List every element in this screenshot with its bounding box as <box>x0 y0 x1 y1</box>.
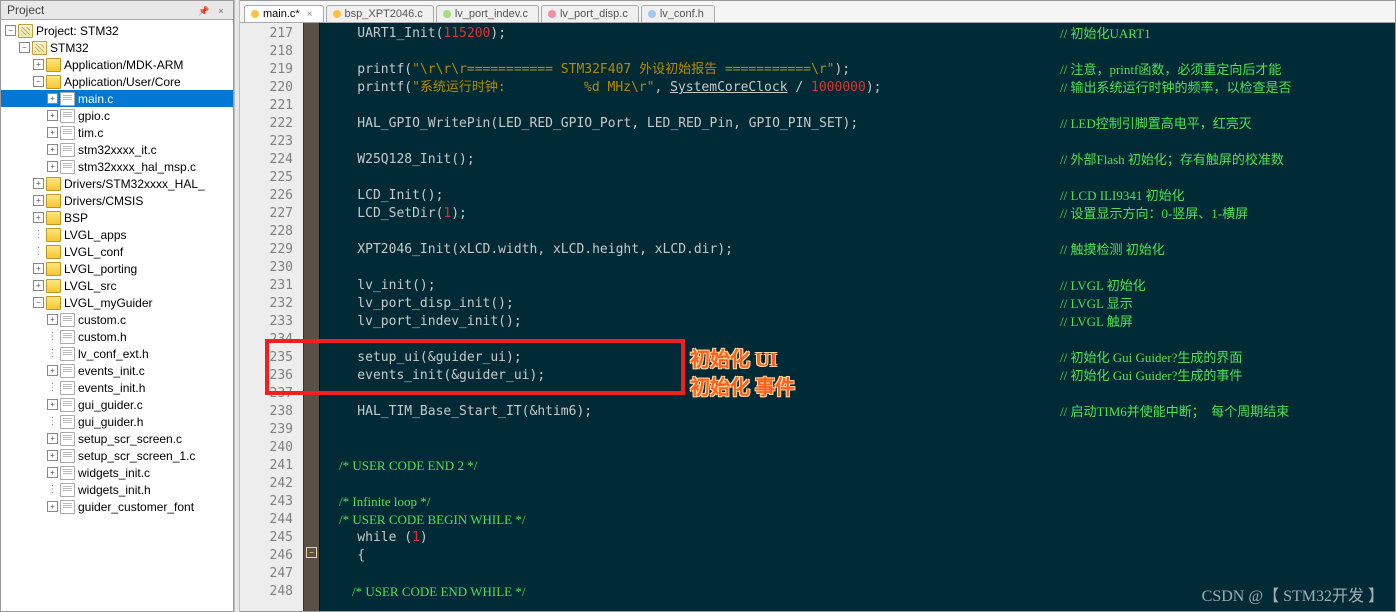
tab-bspxpt[interactable]: bsp_XPT2046.c <box>326 5 434 22</box>
tab-dot-icon <box>548 10 556 18</box>
line-gutter: 2172182192202212222232242252262272282292… <box>240 23 304 611</box>
tree-group-bsp[interactable]: +BSP <box>1 209 233 226</box>
tree-file-guih[interactable]: ⋮gui_guider.h <box>1 413 233 430</box>
tab-dot-icon <box>333 10 341 18</box>
code-content[interactable]: UART1_Init(115200);// 初始化UART1 printf("\… <box>320 23 1395 611</box>
project-tree[interactable]: −Project: STM32 −STM32 +Application/MDK-… <box>1 20 233 611</box>
panel-title: Project <box>7 3 44 17</box>
tree-file-widc[interactable]: +widgets_init.c <box>1 464 233 481</box>
tab-dot-icon <box>251 10 259 18</box>
tab-main[interactable]: main.c*× <box>244 5 324 22</box>
file-icon <box>60 364 75 378</box>
file-icon <box>60 500 75 514</box>
tree-file-lvconfext[interactable]: ⋮lv_conf_ext.h <box>1 345 233 362</box>
folder-icon <box>46 262 61 276</box>
file-icon <box>60 313 75 327</box>
tree-file-stmit[interactable]: +stm32xxxx_it.c <box>1 141 233 158</box>
file-icon <box>60 330 75 344</box>
tree-group-myguider[interactable]: −LVGL_myGuider <box>1 294 233 311</box>
tree-file-scr[interactable]: +setup_scr_screen.c <box>1 430 233 447</box>
panel-header: Project 📌 × <box>1 1 233 20</box>
tree-file-customc[interactable]: +custom.c <box>1 311 233 328</box>
tree-target[interactable]: −STM32 <box>1 39 233 56</box>
tree-file-gcf[interactable]: +guider_customer_font <box>1 498 233 515</box>
file-icon <box>60 381 75 395</box>
tree-file-guic[interactable]: +gui_guider.c <box>1 396 233 413</box>
project-panel: Project 📌 × −Project: STM32 −STM32 +Appl… <box>0 0 234 612</box>
tab-indev[interactable]: lv_port_indev.c <box>436 5 539 22</box>
close-icon[interactable]: × <box>215 5 227 17</box>
tree-group-lvglsrc[interactable]: +LVGL_src <box>1 277 233 294</box>
tree-group-lvglapps[interactable]: ⋮LVGL_apps <box>1 226 233 243</box>
fold-column[interactable]: − <box>304 23 320 611</box>
tree-group-mdk[interactable]: +Application/MDK-ARM <box>1 56 233 73</box>
tree-group-lvglconf[interactable]: ⋮LVGL_conf <box>1 243 233 260</box>
file-icon <box>60 432 75 446</box>
tree-group-cmsis[interactable]: +Drivers/CMSIS <box>1 192 233 209</box>
close-icon[interactable]: × <box>307 9 313 20</box>
folder-icon <box>46 177 61 191</box>
tree-file-evinith[interactable]: ⋮events_init.h <box>1 379 233 396</box>
tree-file-widh[interactable]: ⋮widgets_init.h <box>1 481 233 498</box>
fold-icon[interactable]: − <box>306 547 317 558</box>
tree-file-gpio[interactable]: +gpio.c <box>1 107 233 124</box>
tab-bar: main.c*× bsp_XPT2046.c lv_port_indev.c l… <box>240 1 1395 23</box>
folder-icon <box>46 194 61 208</box>
project-icon <box>18 24 33 38</box>
tab-disp[interactable]: lv_port_disp.c <box>541 5 639 22</box>
file-icon <box>60 483 75 497</box>
tree-file-tim[interactable]: +tim.c <box>1 124 233 141</box>
file-icon <box>60 160 75 174</box>
tree-group-lvglport[interactable]: +LVGL_porting <box>1 260 233 277</box>
file-icon <box>60 347 75 361</box>
file-icon <box>60 126 75 140</box>
file-icon <box>60 92 75 106</box>
target-icon <box>32 41 47 55</box>
file-icon <box>60 109 75 123</box>
file-icon <box>60 415 75 429</box>
tree-group-hal[interactable]: +Drivers/STM32xxxx_HAL_ <box>1 175 233 192</box>
pin-icon[interactable]: 📌 <box>198 5 210 17</box>
tree-file-customh[interactable]: ⋮custom.h <box>1 328 233 345</box>
folder-icon <box>46 245 61 259</box>
tree-file-main[interactable]: +main.c <box>1 90 233 107</box>
folder-icon <box>46 228 61 242</box>
file-icon <box>60 449 75 463</box>
editor-area: main.c*× bsp_XPT2046.c lv_port_indev.c l… <box>240 0 1396 612</box>
folder-icon <box>46 279 61 293</box>
code-editor[interactable]: 2172182192202212222232242252262272282292… <box>240 23 1395 611</box>
folder-icon <box>46 58 61 72</box>
folder-icon <box>46 75 61 89</box>
tree-file-scr1[interactable]: +setup_scr_screen_1.c <box>1 447 233 464</box>
folder-icon <box>46 296 61 310</box>
tab-dot-icon <box>648 10 656 18</box>
tree-root[interactable]: −Project: STM32 <box>1 22 233 39</box>
file-icon <box>60 466 75 480</box>
file-icon <box>60 143 75 157</box>
tree-file-stmhal[interactable]: +stm32xxxx_hal_msp.c <box>1 158 233 175</box>
tree-file-evinitc[interactable]: +events_init.c <box>1 362 233 379</box>
tab-lvconf[interactable]: lv_conf.h <box>641 5 715 22</box>
folder-icon <box>46 211 61 225</box>
tree-group-usercore[interactable]: −Application/User/Core <box>1 73 233 90</box>
tab-dot-icon <box>443 10 451 18</box>
file-icon <box>60 398 75 412</box>
